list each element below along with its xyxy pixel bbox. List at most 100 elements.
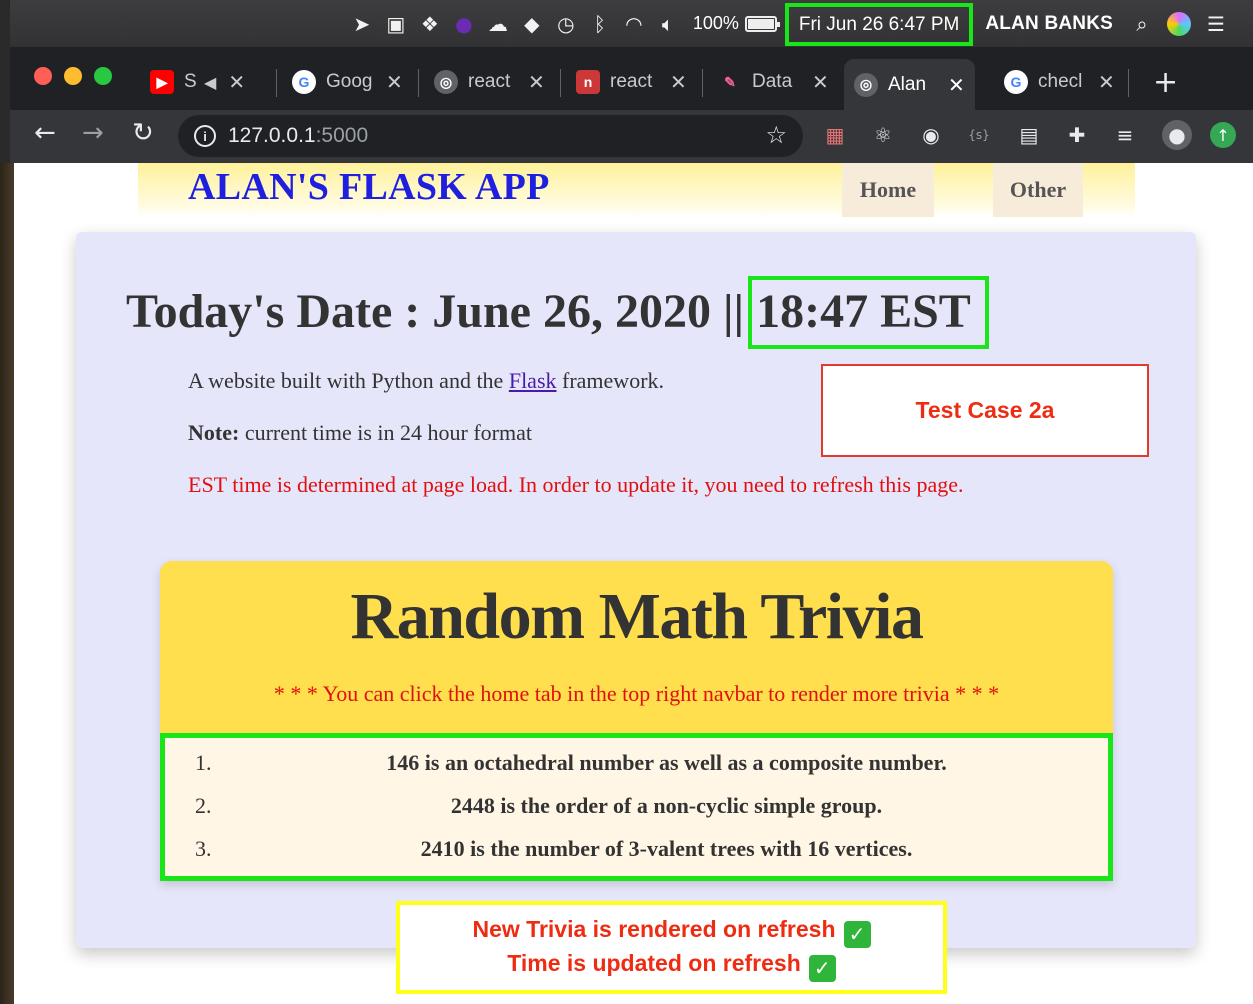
spotlight-search-icon[interactable]: ⌕ <box>1125 0 1159 47</box>
youtube-icon: ▶ <box>150 70 174 94</box>
date-heading: Today's Date : June 26, 2020 || 18:47 EST <box>126 276 989 349</box>
tab-title: checl <box>1038 71 1083 92</box>
speaker-icon[interactable]: ◀︎ <box>204 73 216 92</box>
window-extension-icon[interactable]: ▤ <box>1014 120 1044 150</box>
tab-title: Data <box>752 71 793 92</box>
google-icon: G <box>292 70 316 94</box>
minimize-window-button[interactable] <box>64 67 82 85</box>
desktop-edge <box>0 163 14 1004</box>
location-arrow-icon[interactable]: ➤ <box>345 0 379 47</box>
json-extension-icon[interactable]: {s} <box>964 120 994 150</box>
siri-icon[interactable] <box>1167 11 1191 36</box>
tab-title: Alan <box>888 73 927 95</box>
browser-tab[interactable]: ✎ Data ✕ <box>708 59 839 105</box>
note-label: Note: <box>188 420 240 445</box>
globe-icon: ◎ <box>434 70 458 94</box>
browser-tab[interactable]: ▶ S ◀︎ ✕ <box>140 59 255 105</box>
current-time: 18:47 EST <box>748 276 989 349</box>
site-brand[interactable]: ALAN'S FLASK APP <box>188 165 550 209</box>
menubar-clock[interactable]: Fri Jun 26 6:47 PM <box>784 3 974 46</box>
list-item-fact: 146 is an octahedral number as well as a… <box>386 750 947 775</box>
close-tab-icon[interactable]: ✕ <box>228 70 245 94</box>
close-tab-icon[interactable]: ✕ <box>812 70 829 94</box>
url-text[interactable]: 127.0.0.1:5000 <box>228 124 368 148</box>
check-mark-icon: ✓ <box>808 954 836 982</box>
cloud-upload-icon[interactable]: ☁ <box>481 0 515 47</box>
bookmark-star-icon[interactable]: ☆ <box>765 121 787 149</box>
update-arrow-icon[interactable]: ↑ <box>1210 122 1236 148</box>
list-item-number: 1. <box>195 750 212 775</box>
close-tab-icon[interactable]: ✕ <box>528 70 545 94</box>
list-item-number: 2. <box>195 793 212 818</box>
browser-tab[interactable]: n react ✕ <box>566 59 697 105</box>
wifi-icon[interactable]: ◠ <box>617 0 651 47</box>
squirrel-icon[interactable]: ◆ <box>515 0 549 47</box>
tab-title: react <box>610 71 653 92</box>
tab-title: react <box>468 71 511 92</box>
tab-title: S <box>184 71 197 92</box>
refresh-annotation: New Trivia is rendered on refresh ✓ Time … <box>396 901 947 994</box>
list-item: 1. 146 is an octahedral number as well a… <box>165 742 1108 784</box>
close-window-button[interactable] <box>34 67 52 85</box>
media-queue-icon[interactable]: ≡ <box>1110 120 1140 150</box>
list-item: 2. 2448 is the order of a non-cyclic sim… <box>165 785 1108 827</box>
macos-menubar: ➤ ▣ ❖ ● ☁ ◆ ◷ ᛒ ◠ 🔈︎ 100% Fri Jun 26 6:4… <box>10 0 1253 47</box>
battery-icon <box>744 15 780 32</box>
refresh-warning: EST time is determined at page load. In … <box>188 472 964 497</box>
close-tab-icon[interactable]: ✕ <box>386 70 403 94</box>
window-controls <box>34 67 112 85</box>
browser-tab[interactable]: G Goog ✕ <box>282 59 413 105</box>
profile-avatar[interactable]: ● <box>1162 120 1192 150</box>
nav-other-link[interactable]: Other <box>993 163 1083 217</box>
close-tab-icon[interactable]: ✕ <box>670 70 687 94</box>
close-tab-icon[interactable]: ✕ <box>1098 70 1115 94</box>
intro-text: A website built with Python and the Flas… <box>188 368 665 393</box>
browser-toolbar: ← → ↻ i 127.0.0.1:5000 ☆ ▦ ⚛ ◉ {s} ▤ ✚ ≡… <box>10 110 1253 163</box>
forward-arrow-icon[interactable]: → <box>82 118 104 148</box>
page-viewport: ALAN'S FLASK APP Home Other Today's Date… <box>14 163 1253 1004</box>
check-mark-icon: ✓ <box>843 920 871 948</box>
target-extension-icon[interactable]: ◉ <box>916 120 946 150</box>
address-bar[interactable]: i 127.0.0.1:5000 ☆ <box>178 115 803 157</box>
test-case-annotation: Test Case 2a <box>821 364 1149 457</box>
battery-percent: 100% <box>692 13 739 33</box>
purple-circle-icon[interactable]: ● <box>447 0 481 47</box>
refresh-line-time: Time is updated on refresh ✓ <box>507 948 836 982</box>
npm-icon: n <box>576 70 600 94</box>
trivia-list: 1. 146 is an octahedral number as well a… <box>160 733 1113 881</box>
tab-title: Goog <box>326 71 373 92</box>
zoom-window-button[interactable] <box>94 67 112 85</box>
react-devtools-icon[interactable]: ⚛ <box>868 120 898 150</box>
menubar-user[interactable]: ALAN BANKS <box>973 13 1125 35</box>
note-text: Note: current time is in 24 hour format <box>188 420 532 445</box>
trivia-subtitle: * * * You can click the home tab in the … <box>273 681 1000 706</box>
dropbox-icon[interactable]: ❖ <box>413 0 447 47</box>
battery-status[interactable]: 100% <box>685 13 785 34</box>
time-machine-icon[interactable]: ◷ <box>549 0 583 47</box>
extension-calendar-icon[interactable]: ▦ <box>820 120 850 150</box>
google-icon: G <box>1004 70 1028 94</box>
new-tab-plus-icon[interactable]: + <box>1153 65 1178 100</box>
trivia-panel: Random Math Trivia * * * You can click t… <box>160 561 1113 881</box>
notification-center-icon[interactable]: ☰ <box>1199 0 1233 47</box>
app-status-icon[interactable]: ▣ <box>379 0 413 47</box>
pen-icon: ✎ <box>724 73 736 90</box>
reload-icon[interactable]: ↻ <box>132 118 154 148</box>
close-tab-icon[interactable]: ✕ <box>948 73 965 97</box>
flask-link[interactable]: Flask <box>509 368 557 393</box>
site-info-icon[interactable]: i <box>194 125 216 147</box>
browser-tab[interactable]: ◎ react ✕ <box>424 59 555 105</box>
trivia-title: Random Math Trivia <box>350 580 924 653</box>
nav-home-link[interactable]: Home <box>842 163 934 217</box>
browser-tab-active[interactable]: ◎ Alan ✕ <box>844 59 975 110</box>
site-navbar: ALAN'S FLASK APP Home Other <box>138 163 1135 217</box>
list-item-fact: 2448 is the order of a non-cyclic simple… <box>450 793 883 818</box>
back-arrow-icon[interactable]: ← <box>34 118 56 148</box>
volume-icon[interactable]: 🔈︎ <box>651 0 685 47</box>
list-item-number: 3. <box>195 836 212 861</box>
browser-tab-strip: ▶ S ◀︎ ✕ G Goog ✕ ◎ react ✕ n react ✕ ✎ … <box>10 47 1253 110</box>
list-item: 3. 2410 is the number of 3-valent trees … <box>165 828 1108 870</box>
bluetooth-icon[interactable]: ᛒ <box>583 0 617 47</box>
extensions-puzzle-icon[interactable]: ✚ <box>1062 120 1092 150</box>
browser-tab[interactable]: G checl ✕ <box>994 59 1125 105</box>
